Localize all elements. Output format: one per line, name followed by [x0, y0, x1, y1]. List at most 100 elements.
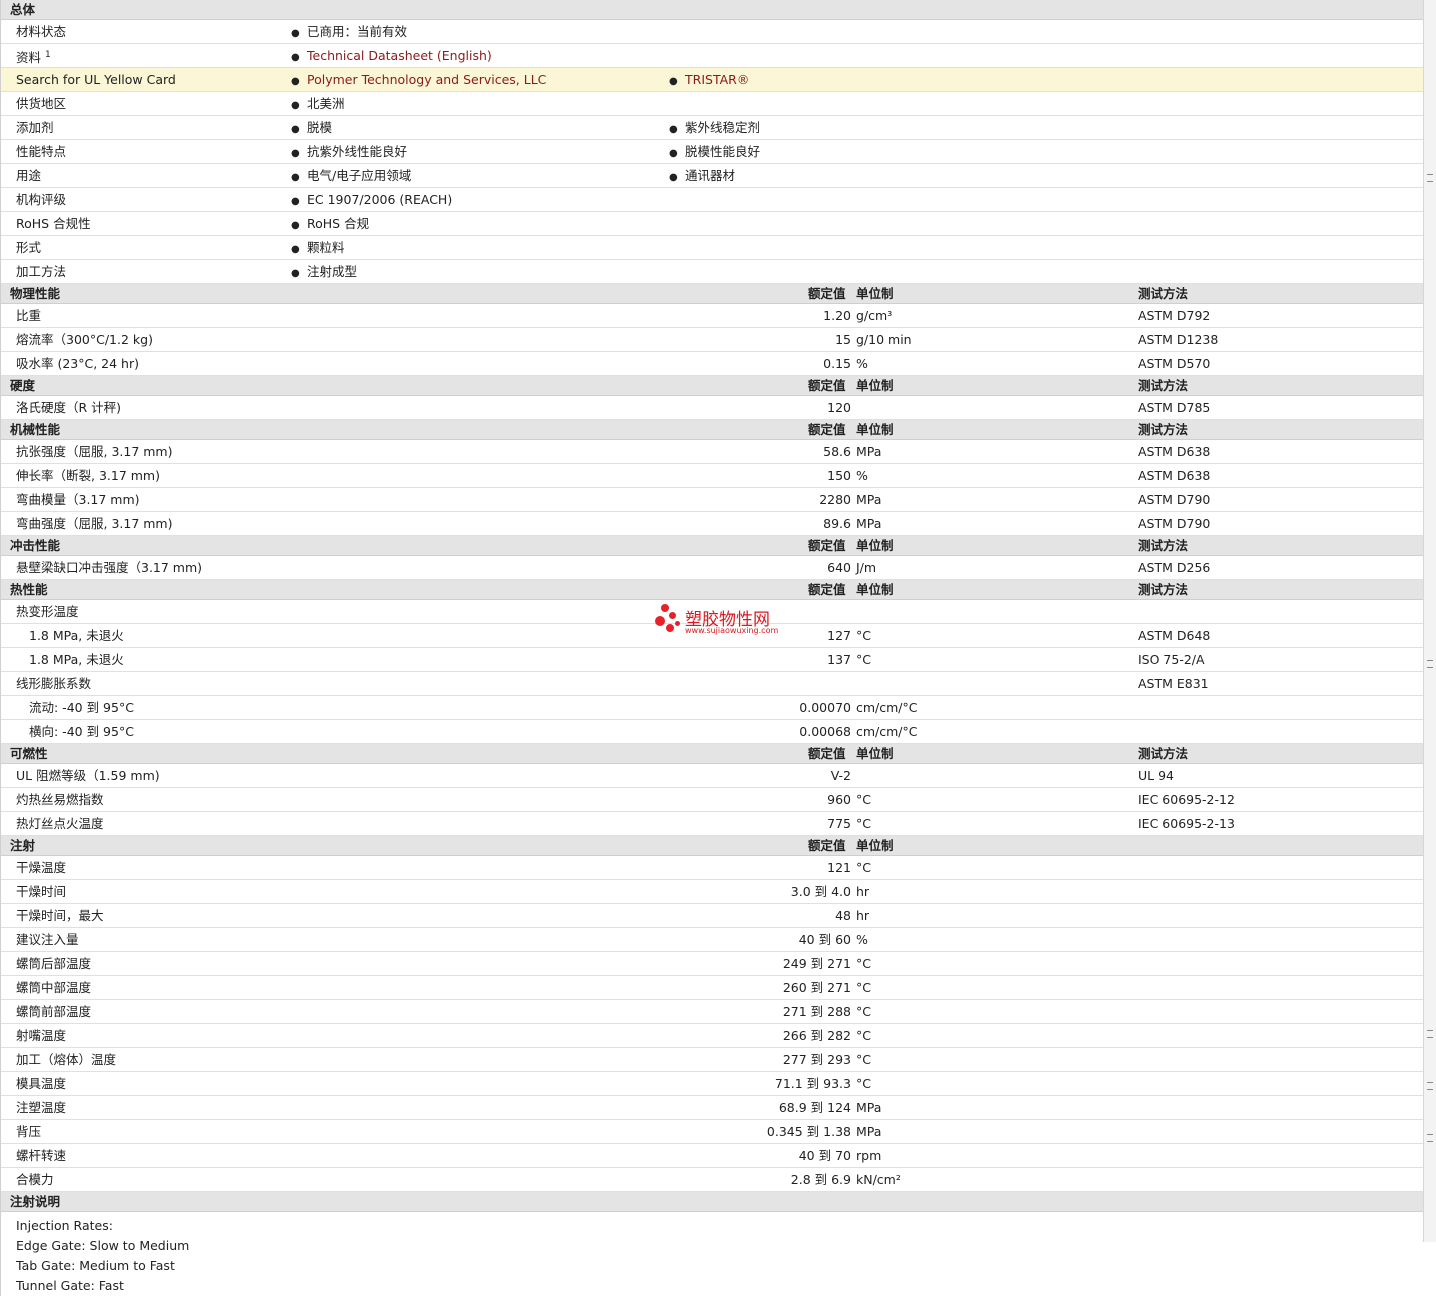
property-row: 1.8 MPa, 未退火 137 °C ISO 75-2/A: [1, 648, 1423, 672]
row-uses: 用途 ● 电气/电子应用领域 ● 通讯器材: [1, 164, 1423, 188]
row-region: 供货地区 ● 北美洲: [1, 92, 1423, 116]
property-value: 249 到 271: [782, 956, 851, 971]
property-unit: cm/cm/°C: [856, 700, 918, 715]
label: 性能特点: [16, 144, 67, 159]
value: ● 电气/电子应用领域: [291, 164, 411, 189]
row-rohs: RoHS 合规性 ● RoHS 合规: [1, 212, 1423, 236]
property-row: 弯曲模量（3.17 mm) 2280 MPa ASTM D790: [1, 488, 1423, 512]
column-header-value: 额定值: [808, 286, 846, 301]
test-method: IEC 60695-2-12: [1138, 792, 1235, 807]
property-unit: °C: [856, 652, 871, 667]
value: ● 脱模: [291, 116, 332, 141]
property-row: 干燥温度 121 °C: [1, 856, 1423, 880]
property-label: UL 阻燃等级（1.59 mm): [16, 768, 160, 783]
property-label: 1.8 MPa, 未退火: [29, 628, 124, 643]
scroll-grip: [1427, 1082, 1433, 1090]
property-row: 抗张强度（屈服, 3.17 mm) 58.6 MPa ASTM D638: [1, 440, 1423, 464]
property-sections: 物理性能 额定值 单位制 测试方法 比重 1.20 g/cm³ ASTM D792 熔流率（30…: [1, 284, 1423, 1192]
property-value: 48: [835, 908, 851, 923]
label: RoHS 合规性: [16, 216, 91, 231]
property-unit: °C: [856, 816, 871, 831]
tradename-link[interactable]: TRISTAR®: [685, 72, 749, 87]
column-header-unit: 单位制: [856, 538, 894, 553]
column-header-value: 额定值: [808, 378, 846, 393]
property-label: 伸长率（断裂, 3.17 mm): [16, 468, 160, 483]
test-method: ASTM D790: [1138, 492, 1211, 507]
property-row: 干燥时间，最大 48 hr: [1, 904, 1423, 928]
property-label: 横向: -40 到 95°C: [29, 724, 134, 739]
property-label: 模具温度: [16, 1076, 67, 1091]
property-label: 悬壁梁缺口冲击强度（3.17 mm): [16, 560, 203, 575]
value: ● Technical Datasheet (English): [291, 44, 492, 69]
value: ● TRISTAR®: [669, 68, 749, 93]
property-unit: °C: [856, 1028, 871, 1043]
property-value: 3.0 到 4.0: [790, 884, 851, 899]
property-value: 40 到 70: [798, 1148, 851, 1163]
property-unit: cm/cm/°C: [856, 724, 918, 739]
column-header-value: 额定值: [808, 582, 846, 597]
property-value: 277 到 293: [782, 1052, 851, 1067]
property-row: 悬壁梁缺口冲击强度（3.17 mm) 640 J/m ASTM D256: [1, 556, 1423, 580]
bullet-icon: ●: [291, 220, 300, 231]
property-row: 洛氏硬度（R 计秤) 120 ASTM D785: [1, 396, 1423, 420]
note-line: Tunnel Gate: Fast: [16, 1278, 124, 1293]
property-unit: hr: [856, 908, 870, 923]
property-row: 干燥时间 3.0 到 4.0 hr: [1, 880, 1423, 904]
property-row: 热灯丝点火温度 775 °C IEC 60695-2-13: [1, 812, 1423, 836]
property-unit: rpm: [856, 1148, 882, 1163]
bullet-icon: ●: [291, 244, 300, 255]
property-value: 960: [827, 792, 851, 807]
scroll-grip: [1427, 174, 1433, 182]
property-unit: J/m: [856, 560, 877, 575]
watermark-url: www.sujiaowuxing.com: [685, 626, 779, 635]
vertical-scrollbar[interactable]: [1423, 0, 1436, 1242]
column-header-test: 测试方法: [1138, 582, 1189, 597]
test-method: UL 94: [1138, 768, 1174, 783]
property-label: 加工（熔体）温度: [16, 1052, 117, 1067]
property-label: 合模力: [16, 1172, 54, 1187]
section-title: 可燃性: [10, 746, 48, 761]
property-row: 比重 1.20 g/cm³ ASTM D792: [1, 304, 1423, 328]
bullet-icon: ●: [291, 100, 300, 111]
property-label: 抗张强度（屈服, 3.17 mm): [16, 444, 173, 459]
property-value: 2.8 到 6.9: [790, 1172, 851, 1187]
section-title: 热性能: [10, 582, 48, 597]
property-value: 1.20: [823, 308, 851, 323]
supplier-link[interactable]: Polymer Technology and Services, LLC: [307, 72, 546, 87]
label: 机构评级: [16, 192, 67, 207]
value: ● 已商用：当前有效: [291, 20, 407, 45]
column-header-value: 额定值: [808, 746, 846, 761]
value: ● 北美洲: [291, 92, 345, 117]
scroll-grip: [1427, 1030, 1433, 1038]
technical-datasheet-link[interactable]: Technical Datasheet (English): [307, 48, 492, 63]
row-features: 性能特点 ● 抗紫外线性能良好 ● 脱模性能良好: [1, 140, 1423, 164]
property-value: 0.345 到 1.38: [766, 1124, 851, 1139]
property-unit: MPa: [856, 444, 882, 459]
property-unit: hr: [856, 884, 870, 899]
property-value: 271 到 288: [782, 1004, 851, 1019]
watermark-dot: [669, 612, 676, 619]
property-label: 干燥时间，最大: [16, 908, 104, 923]
test-method: ASTM D1238: [1138, 332, 1219, 347]
bullet-icon: ●: [669, 124, 678, 135]
test-method: ASTM D638: [1138, 468, 1211, 483]
property-value: 127: [827, 628, 851, 643]
label: 形式: [16, 240, 42, 255]
test-method: IEC 60695-2-13: [1138, 816, 1235, 831]
property-value: 137: [827, 652, 851, 667]
column-header-unit: 单位制: [856, 746, 894, 761]
property-row: 注塑温度 68.9 到 124 MPa: [1, 1096, 1423, 1120]
column-header-unit: 单位制: [856, 838, 894, 853]
property-row: 吸水率 (23°C, 24 hr) 0.15% ASTM D570: [1, 352, 1423, 376]
property-label: 建议注入量: [16, 932, 79, 947]
property-label: 弯曲模量（3.17 mm): [16, 492, 140, 507]
property-unit: MPa: [856, 1100, 882, 1115]
property-label: 流动: -40 到 95°C: [29, 700, 134, 715]
property-value: 71.1 到 93.3: [774, 1076, 851, 1091]
row-material-status: 材料状态 ● 已商用：当前有效: [1, 20, 1423, 44]
property-unit: °C: [856, 956, 871, 971]
property-unit: °C: [856, 1076, 871, 1091]
section-impact-header: 冲击性能 额定值 单位制 测试方法: [1, 536, 1423, 556]
label: 用途: [16, 168, 42, 183]
column-header-unit: 单位制: [856, 582, 894, 597]
